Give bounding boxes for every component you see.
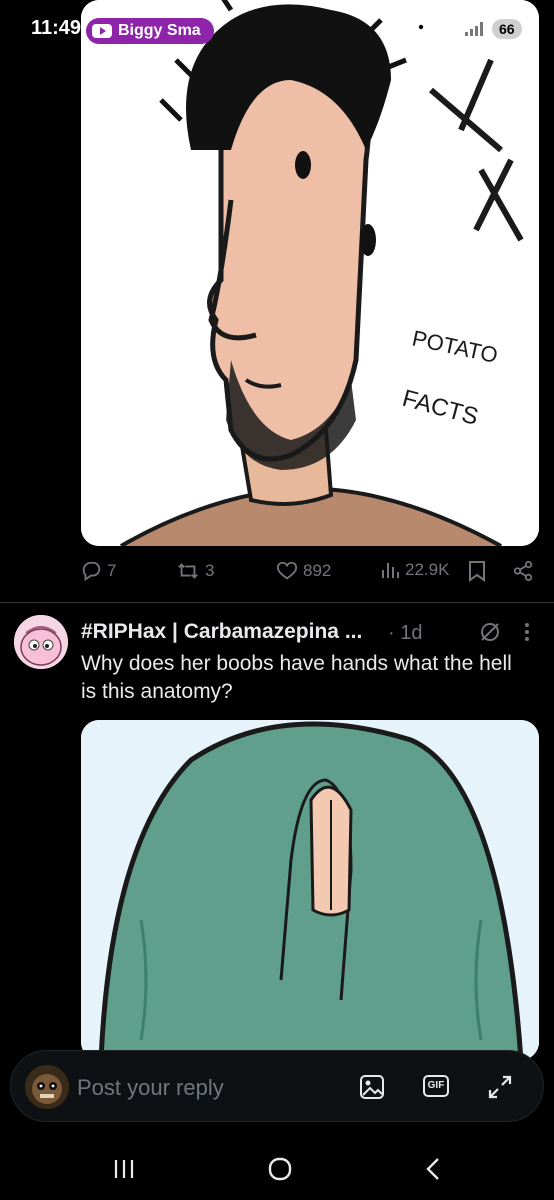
signal-icon [465,22,483,36]
status-icons: 66 [414,19,522,39]
bookmark-action[interactable] [468,560,486,582]
system-navigation-bar [0,1130,554,1200]
views-icon [382,563,399,578]
post-divider [0,602,554,603]
post-image-potato-facts[interactable]: POTATO FACTS [81,0,539,546]
reply-action[interactable]: 7 [80,560,116,582]
status-bar: 11:49 Biggy Sma 66 [0,0,554,62]
tweet-text: Why does her boobs have hands what the h… [81,652,512,703]
repost-count: 3 [205,561,215,580]
views-count: 22.9K [405,560,450,579]
recent-apps-icon[interactable] [112,1158,136,1180]
views-action[interactable]: 22.9K [380,560,449,580]
location-icon [415,21,427,37]
media-playing-pill[interactable]: Biggy Sma [86,18,214,44]
repost-action[interactable]: 3 [176,560,214,582]
more-options-icon[interactable] [522,620,532,644]
media-title: Biggy Sma [118,22,201,39]
reply-icon [82,561,101,581]
author-name[interactable]: #RIPHax | Carbamazepina ... [81,620,362,644]
post-image-cartoon[interactable] [81,720,539,1060]
back-icon[interactable] [424,1156,442,1182]
bookmark-icon [469,561,485,582]
post-timestamp[interactable]: · 1d [388,622,422,645]
repost-icon [178,563,198,579]
post-actions: 7 3 892 22.9K [80,560,540,590]
author-avatar[interactable] [14,615,68,669]
like-action[interactable]: 892 [276,560,331,582]
user-avatar[interactable] [25,1065,69,1109]
gif-button[interactable]: GIF [423,1075,449,1097]
youtube-icon [92,24,112,38]
wifi-icon [436,21,456,37]
avatar-image [25,1065,69,1109]
avatar-image [14,615,68,669]
status-time: 11:49 [31,17,82,39]
image-icon[interactable] [359,1074,385,1100]
cartoon-praying-hands-illustration [81,720,539,1060]
expand-icon[interactable] [486,1073,514,1101]
home-icon[interactable] [267,1156,293,1182]
reply-composer[interactable]: Post your reply GIF [10,1050,544,1122]
share-icon [513,560,533,582]
like-count: 892 [303,561,332,580]
reply-input-placeholder[interactable]: Post your reply [77,1075,224,1101]
grok-icon[interactable] [478,620,502,644]
heart-icon [276,561,298,580]
reply-count: 7 [107,561,117,580]
cartoon-man-illustration: POTATO FACTS [81,0,539,546]
share-action[interactable] [512,560,534,582]
battery-indicator: 66 [492,19,522,39]
